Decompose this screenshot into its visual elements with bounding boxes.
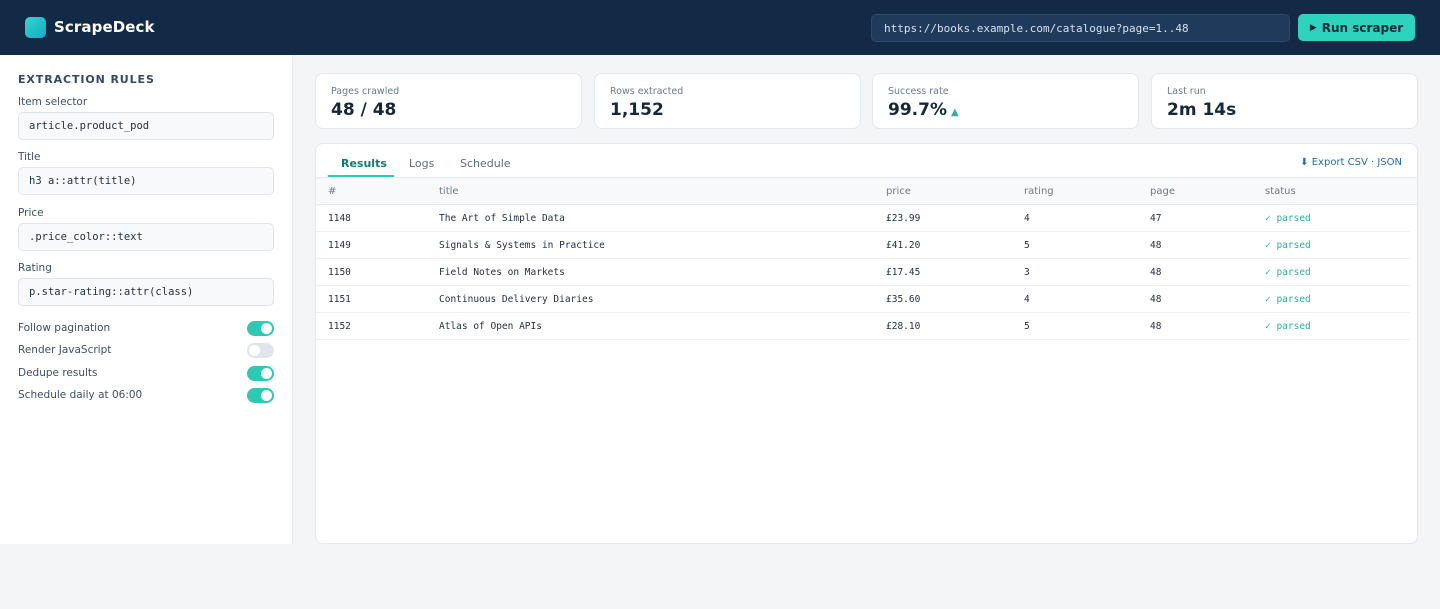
stat-value: 2m 14s xyxy=(1167,100,1237,120)
cell-index: 1150 xyxy=(328,267,351,278)
stat-card-last-run: Last run 2m 14s xyxy=(1151,73,1418,129)
rating-selector-input[interactable]: p.star-rating::attr(class) xyxy=(18,278,274,306)
cell-status: ✓ parsed xyxy=(1265,321,1311,332)
run-scraper-label: Run scraper xyxy=(1321,20,1404,35)
cell-title: Atlas of Open APIs xyxy=(439,321,542,332)
cell-status: ✓ parsed xyxy=(1265,267,1311,278)
cell-rating: 4 xyxy=(1024,213,1030,224)
dedupe-results-toggle[interactable] xyxy=(247,366,274,381)
stat-card-success-rate: Success rate 99.7% ▲ xyxy=(872,73,1139,129)
price-selector-input[interactable]: .price_color::text xyxy=(18,223,274,251)
cell-rating: 5 xyxy=(1024,240,1030,251)
cell-status: ✓ parsed xyxy=(1265,294,1311,305)
schedule-daily-toggle[interactable] xyxy=(247,388,274,403)
toggle-knob xyxy=(261,368,272,379)
render-javascript-toggle[interactable] xyxy=(247,343,274,358)
cell-page: 48 xyxy=(1150,267,1162,278)
follow-pagination-row: Follow pagination xyxy=(18,321,274,337)
stat-label: Last run xyxy=(1167,86,1206,97)
app-name: ScrapeDeck xyxy=(54,18,155,36)
cell-page: 48 xyxy=(1150,294,1162,305)
results-table-header: # title price rating page status xyxy=(316,178,1417,205)
schedule-daily-row: Schedule daily at 06:00 xyxy=(18,388,274,404)
cell-status: ✓ parsed xyxy=(1265,240,1311,251)
results-panel: Results Logs Schedule ⬇ Export CSV · JSO… xyxy=(315,143,1418,544)
cell-page: 47 xyxy=(1150,213,1162,224)
toggle-knob xyxy=(261,390,272,401)
table-row[interactable]: 1152 Atlas of Open APIs £28.10 5 48 ✓ pa… xyxy=(316,313,1410,340)
table-row[interactable]: 1150 Field Notes on Markets £17.45 3 48 … xyxy=(316,259,1410,286)
cell-title: The Art of Simple Data xyxy=(439,213,565,224)
column-header-rating[interactable]: rating xyxy=(1024,186,1054,197)
cell-title: Signals & Systems in Practice xyxy=(439,240,605,251)
cell-rating: 3 xyxy=(1024,267,1030,278)
column-header-status[interactable]: status xyxy=(1265,186,1296,197)
target-url-input[interactable] xyxy=(871,14,1290,42)
stat-card-rows-extracted: Rows extracted 1,152 xyxy=(594,73,861,129)
cell-title: Field Notes on Markets xyxy=(439,267,565,278)
cell-index: 1149 xyxy=(328,240,351,251)
title-selector-label: Title xyxy=(18,151,41,163)
active-tab-indicator xyxy=(328,175,394,177)
stat-label: Rows extracted xyxy=(610,86,684,97)
follow-pagination-label: Follow pagination xyxy=(18,322,111,334)
tab-results[interactable]: Results xyxy=(341,157,387,170)
table-row[interactable]: 1151 Continuous Delivery Diaries £35.60 … xyxy=(316,286,1410,313)
follow-pagination-toggle[interactable] xyxy=(247,321,274,336)
price-selector-label: Price xyxy=(18,207,44,219)
run-scraper-button[interactable]: ▶ Run scraper xyxy=(1298,14,1415,41)
table-row[interactable]: 1149 Signals & Systems in Practice £41.2… xyxy=(316,232,1410,259)
stat-value: 1,152 xyxy=(610,100,664,120)
cell-status: ✓ parsed xyxy=(1265,213,1311,224)
export-csv-json-link[interactable]: ⬇ Export CSV · JSON xyxy=(1300,157,1402,168)
stat-label: Success rate xyxy=(888,86,949,97)
column-header-title[interactable]: title xyxy=(439,186,459,197)
sidebar-title: EXTRACTION RULES xyxy=(18,73,155,86)
toggle-knob xyxy=(261,323,272,334)
stat-value: 99.7% xyxy=(888,100,947,120)
render-javascript-row: Render JavaScript xyxy=(18,343,274,359)
item-selector-label: Item selector xyxy=(18,96,88,108)
extraction-rules-sidebar: EXTRACTION RULES Item selector article.p… xyxy=(0,55,293,544)
cell-price: £17.45 xyxy=(886,267,921,278)
cell-page: 48 xyxy=(1150,240,1162,251)
top-bar: ScrapeDeck ▶ Run scraper xyxy=(0,0,1440,55)
stat-value-row: 99.7% ▲ xyxy=(888,100,959,120)
column-header-page[interactable]: page xyxy=(1150,186,1175,197)
dedupe-results-label: Dedupe results xyxy=(18,367,98,379)
page-footer-area xyxy=(0,544,1440,609)
cell-price: £28.10 xyxy=(886,321,921,332)
trend-up-icon: ▲ xyxy=(950,107,959,118)
column-header-index[interactable]: # xyxy=(328,186,336,197)
cell-index: 1152 xyxy=(328,321,351,332)
stat-card-pages-crawled: Pages crawled 48 / 48 xyxy=(315,73,582,129)
column-header-price[interactable]: price xyxy=(886,186,911,197)
cell-price: £23.99 xyxy=(886,213,921,224)
table-row[interactable]: 1148 The Art of Simple Data £23.99 4 47 … xyxy=(316,205,1410,232)
stat-value: 48 / 48 xyxy=(331,100,397,120)
scrapedeck-logo-icon xyxy=(25,17,46,38)
play-icon: ▶ xyxy=(1309,22,1317,33)
tab-schedule[interactable]: Schedule xyxy=(460,157,511,170)
cell-index: 1151 xyxy=(328,294,351,305)
cell-price: £35.60 xyxy=(886,294,921,305)
cell-page: 48 xyxy=(1150,321,1162,332)
schedule-daily-label: Schedule daily at 06:00 xyxy=(18,389,143,401)
item-selector-input[interactable]: article.product_pod xyxy=(18,112,274,140)
cell-title: Continuous Delivery Diaries xyxy=(439,294,594,305)
rating-selector-label: Rating xyxy=(18,262,52,274)
cell-index: 1148 xyxy=(328,213,351,224)
cell-rating: 4 xyxy=(1024,294,1030,305)
dedupe-results-row: Dedupe results xyxy=(18,366,274,382)
render-javascript-label: Render JavaScript xyxy=(18,344,112,356)
cell-rating: 5 xyxy=(1024,321,1030,332)
results-tabs: Results Logs Schedule ⬇ Export CSV · JSO… xyxy=(316,144,1417,178)
cell-price: £41.20 xyxy=(886,240,921,251)
toggle-knob xyxy=(249,345,260,356)
tab-logs[interactable]: Logs xyxy=(409,157,434,170)
title-selector-input[interactable]: h3 a::attr(title) xyxy=(18,167,274,195)
stat-label: Pages crawled xyxy=(331,86,400,97)
